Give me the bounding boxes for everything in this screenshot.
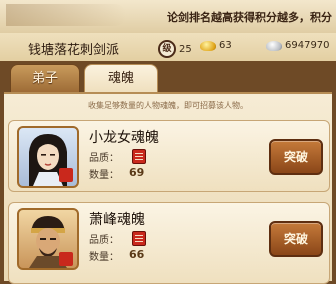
soul-card: 小龙女魂魄 品质： 数量： 69 突破 <box>8 120 330 192</box>
breakthrough-button[interactable]: 突破 <box>269 139 323 175</box>
soul-name: 萧峰魂魄 <box>89 212 145 228</box>
quantity-label: 数量： <box>89 252 119 263</box>
soul-name: 小龙女魂魄 <box>89 130 159 146</box>
rank-value: 25 <box>179 43 192 55</box>
tab-souls[interactable]: 魂魄 <box>84 64 158 93</box>
gold-stat: 63 <box>200 40 232 51</box>
recruit-hint: 收集足够数量的人物魂魄，即可招募该人物。 <box>88 101 248 110</box>
tab-disciples[interactable]: 弟子 <box>10 64 80 94</box>
rank-stat: 级 25 <box>158 40 192 58</box>
quality-label: 品质： <box>89 153 119 164</box>
rank-icon: 级 <box>158 40 176 58</box>
silver-stat: 6947970 <box>266 40 330 51</box>
silver-value: 6947970 <box>285 40 330 51</box>
quality-icon <box>132 149 146 164</box>
banner-decoration <box>6 4 126 26</box>
gold-ingot-icon <box>200 40 216 51</box>
female-swordswoman-icon <box>29 134 73 186</box>
souls-panel: 收集足够数量的人物魂魄，即可招募该人物。 小龙女魂魄 品质： 数量： 69 突破 <box>4 92 332 284</box>
quality-label: 品质： <box>89 235 119 246</box>
character-portrait <box>17 126 79 188</box>
quantity-value: 66 <box>129 248 145 261</box>
gold-value: 63 <box>219 40 232 51</box>
silver-ingot-icon <box>266 40 282 51</box>
quantity-label: 数量： <box>89 170 119 181</box>
sect-name: 钱塘落花刺剑派 <box>28 43 120 58</box>
quantity-value: 69 <box>129 166 145 179</box>
male-warrior-icon <box>29 216 73 268</box>
soul-card: 萧峰魂魄 品质： 数量： 66 突破 <box>8 202 330 284</box>
breakthrough-button[interactable]: 突破 <box>269 221 323 257</box>
top-banner: 论剑排名越高获得积分越多，积分 <box>0 0 336 35</box>
banner-scroll-text: 论剑排名越高获得积分越多，积分 <box>167 11 332 24</box>
quality-icon <box>132 231 146 246</box>
character-portrait <box>17 208 79 270</box>
info-bar: 钱塘落花刺剑派 级 25 63 6947970 <box>0 33 336 61</box>
